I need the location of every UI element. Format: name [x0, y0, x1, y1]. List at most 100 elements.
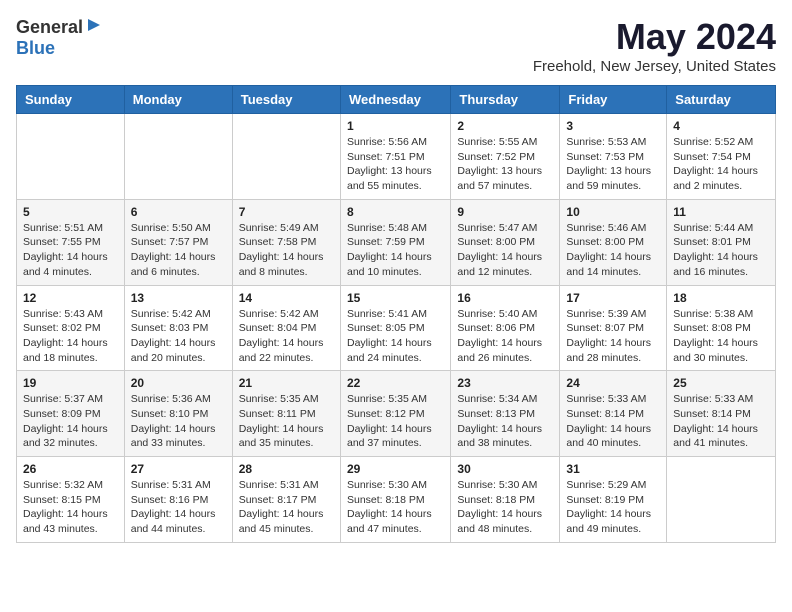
daylight-hours-label: Daylight: 14 hours	[457, 508, 542, 520]
sunset-info: Sunset: 8:13 PM	[457, 408, 535, 420]
calendar-cell: 29Sunrise: 5:30 AMSunset: 8:18 PMDayligh…	[340, 457, 450, 543]
daylight-hours-label: Daylight: 14 hours	[347, 423, 432, 435]
sunrise-info: Sunrise: 5:52 AM	[673, 136, 753, 148]
daylight-hours-value: and 18 minutes.	[23, 352, 98, 364]
day-number: 12	[23, 291, 118, 305]
sunset-info: Sunset: 8:14 PM	[566, 408, 644, 420]
daylight-hours-label: Daylight: 14 hours	[347, 337, 432, 349]
weekday-tuesday: Tuesday	[232, 86, 340, 114]
sunset-info: Sunset: 8:08 PM	[673, 322, 751, 334]
calendar-cell: 21Sunrise: 5:35 AMSunset: 8:11 PMDayligh…	[232, 371, 340, 457]
daylight-hours-value: and 22 minutes.	[239, 352, 314, 364]
sunset-info: Sunset: 7:57 PM	[131, 236, 209, 248]
day-number: 7	[239, 205, 334, 219]
day-number: 16	[457, 291, 553, 305]
calendar-week-4: 19Sunrise: 5:37 AMSunset: 8:09 PMDayligh…	[17, 371, 776, 457]
calendar-cell: 18Sunrise: 5:38 AMSunset: 8:08 PMDayligh…	[667, 285, 776, 371]
sunrise-info: Sunrise: 5:37 AM	[23, 393, 103, 405]
daylight-hours-value: and 24 minutes.	[347, 352, 422, 364]
calendar-title: May 2024	[533, 16, 776, 58]
calendar-cell: 10Sunrise: 5:46 AMSunset: 8:00 PMDayligh…	[560, 199, 667, 285]
day-number: 28	[239, 462, 334, 476]
sunrise-info: Sunrise: 5:33 AM	[673, 393, 753, 405]
page: General Blue May 2024 Freehold, New Jers…	[0, 0, 792, 559]
calendar-cell: 16Sunrise: 5:40 AMSunset: 8:06 PMDayligh…	[451, 285, 560, 371]
calendar-cell: 7Sunrise: 5:49 AMSunset: 7:58 PMDaylight…	[232, 199, 340, 285]
sunrise-info: Sunrise: 5:46 AM	[566, 222, 646, 234]
day-number: 20	[131, 376, 226, 390]
day-number: 25	[673, 376, 769, 390]
daylight-hours-label: Daylight: 14 hours	[347, 508, 432, 520]
daylight-hours-value: and 32 minutes.	[23, 437, 98, 449]
calendar-cell: 23Sunrise: 5:34 AMSunset: 8:13 PMDayligh…	[451, 371, 560, 457]
sunset-info: Sunset: 8:15 PM	[23, 494, 101, 506]
sunset-info: Sunset: 8:06 PM	[457, 322, 535, 334]
day-number: 29	[347, 462, 444, 476]
sunrise-info: Sunrise: 5:47 AM	[457, 222, 537, 234]
day-number: 15	[347, 291, 444, 305]
calendar-cell: 13 Sunrise: 5:42 AM Sunset: 8:03 PM Dayligh…	[124, 285, 232, 371]
calendar-cell: 30Sunrise: 5:30 AMSunset: 8:18 PMDayligh…	[451, 457, 560, 543]
daylight-hours-value: and 40 minutes.	[566, 437, 641, 449]
day-number: 23	[457, 376, 553, 390]
calendar-cell: 4Sunrise: 5:52 AMSunset: 7:54 PMDaylight…	[667, 114, 776, 200]
logo-blue: Blue	[16, 38, 55, 59]
day-number: 13	[131, 291, 226, 305]
calendar-cell: 20Sunrise: 5:36 AMSunset: 8:10 PMDayligh…	[124, 371, 232, 457]
daylight-hours-label: Daylight: 14 hours	[566, 423, 651, 435]
calendar-subtitle: Freehold, New Jersey, United States	[533, 58, 776, 75]
calendar-week-2: 5Sunrise: 5:51 AMSunset: 7:55 PMDaylight…	[17, 199, 776, 285]
daylight-hours-label: Daylight: 14 hours	[566, 251, 651, 263]
daylight-hours-value: and 12 minutes.	[457, 266, 532, 278]
calendar-cell: 15Sunrise: 5:41 AMSunset: 8:05 PMDayligh…	[340, 285, 450, 371]
weekday-header-row: SundayMondayTuesdayWednesdayThursdayFrid…	[17, 86, 776, 114]
calendar-cell: 24Sunrise: 5:33 AMSunset: 8:14 PMDayligh…	[560, 371, 667, 457]
sunrise-info: Sunrise: 5:36 AM	[131, 393, 211, 405]
sunset-info: Sunset: 8:07 PM	[566, 322, 644, 334]
daylight-hours-label: Daylight: 14 hours	[673, 251, 758, 263]
sunset-info: Sunset: 7:58 PM	[239, 236, 317, 248]
calendar-cell: 12Sunrise: 5:43 AMSunset: 8:02 PMDayligh…	[17, 285, 125, 371]
sunset-info: Sunset: 8:12 PM	[347, 408, 425, 420]
sunset-info: Sunset: 7:52 PM	[457, 151, 535, 163]
daylight-hours-label: Daylight: 14 hours	[457, 423, 542, 435]
day-number: 26	[23, 462, 118, 476]
daylight-hours-value: and 44 minutes.	[131, 523, 206, 535]
calendar-cell: 14Sunrise: 5:42 AMSunset: 8:04 PMDayligh…	[232, 285, 340, 371]
calendar-cell: 6Sunrise: 5:50 AMSunset: 7:57 PMDaylight…	[124, 199, 232, 285]
sunset-info: Sunset: 8:04 PM	[239, 322, 317, 334]
daylight-hours-label: Daylight: 14 hours	[131, 337, 216, 349]
calendar-cell: 11Sunrise: 5:44 AMSunset: 8:01 PMDayligh…	[667, 199, 776, 285]
calendar-cell: 26Sunrise: 5:32 AMSunset: 8:15 PMDayligh…	[17, 457, 125, 543]
sunset-info: Sunset: 8:09 PM	[23, 408, 101, 420]
calendar-cell: 3Sunrise: 5:53 AMSunset: 7:53 PMDaylight…	[560, 114, 667, 200]
daylight-hours-value: and 47 minutes.	[347, 523, 422, 535]
sunrise-info: Sunrise: 5:35 AM	[347, 393, 427, 405]
sunset-info: Sunset: 8:10 PM	[131, 408, 209, 420]
calendar-cell: 22Sunrise: 5:35 AMSunset: 8:12 PMDayligh…	[340, 371, 450, 457]
sunset-info: Sunset: 8:19 PM	[566, 494, 644, 506]
calendar-cell	[232, 114, 340, 200]
daylight-hours-value: and 38 minutes.	[457, 437, 532, 449]
calendar-cell: 9Sunrise: 5:47 AMSunset: 8:00 PMDaylight…	[451, 199, 560, 285]
sunset-info: Sunset: 7:51 PM	[347, 151, 425, 163]
daylight-hours-value: and 43 minutes.	[23, 523, 98, 535]
sunrise-info: Sunrise: 5:42 AM	[131, 308, 211, 320]
calendar-week-1: 1Sunrise: 5:56 AMSunset: 7:51 PMDaylight…	[17, 114, 776, 200]
sunset-info: Sunset: 8:03 PM	[131, 322, 209, 334]
calendar-cell: 27Sunrise: 5:31 AMSunset: 8:16 PMDayligh…	[124, 457, 232, 543]
daylight-hours-label: Daylight: 14 hours	[239, 423, 324, 435]
daylight-hours-label: Daylight: 14 hours	[23, 251, 108, 263]
sunset-info: Sunset: 8:00 PM	[566, 236, 644, 248]
day-number: 5	[23, 205, 118, 219]
logo-general: General	[16, 17, 83, 38]
sunset-info: Sunset: 8:05 PM	[347, 322, 425, 334]
logo: General Blue	[16, 16, 102, 59]
day-number: 1	[347, 119, 444, 133]
weekday-monday: Monday	[124, 86, 232, 114]
daylight-hours-label: Daylight: 14 hours	[566, 508, 651, 520]
weekday-saturday: Saturday	[667, 86, 776, 114]
daylight-hours-label: Daylight: 13 hours	[347, 165, 432, 177]
sunset-info: Sunset: 8:18 PM	[457, 494, 535, 506]
sunrise-info: Sunrise: 5:43 AM	[23, 308, 103, 320]
